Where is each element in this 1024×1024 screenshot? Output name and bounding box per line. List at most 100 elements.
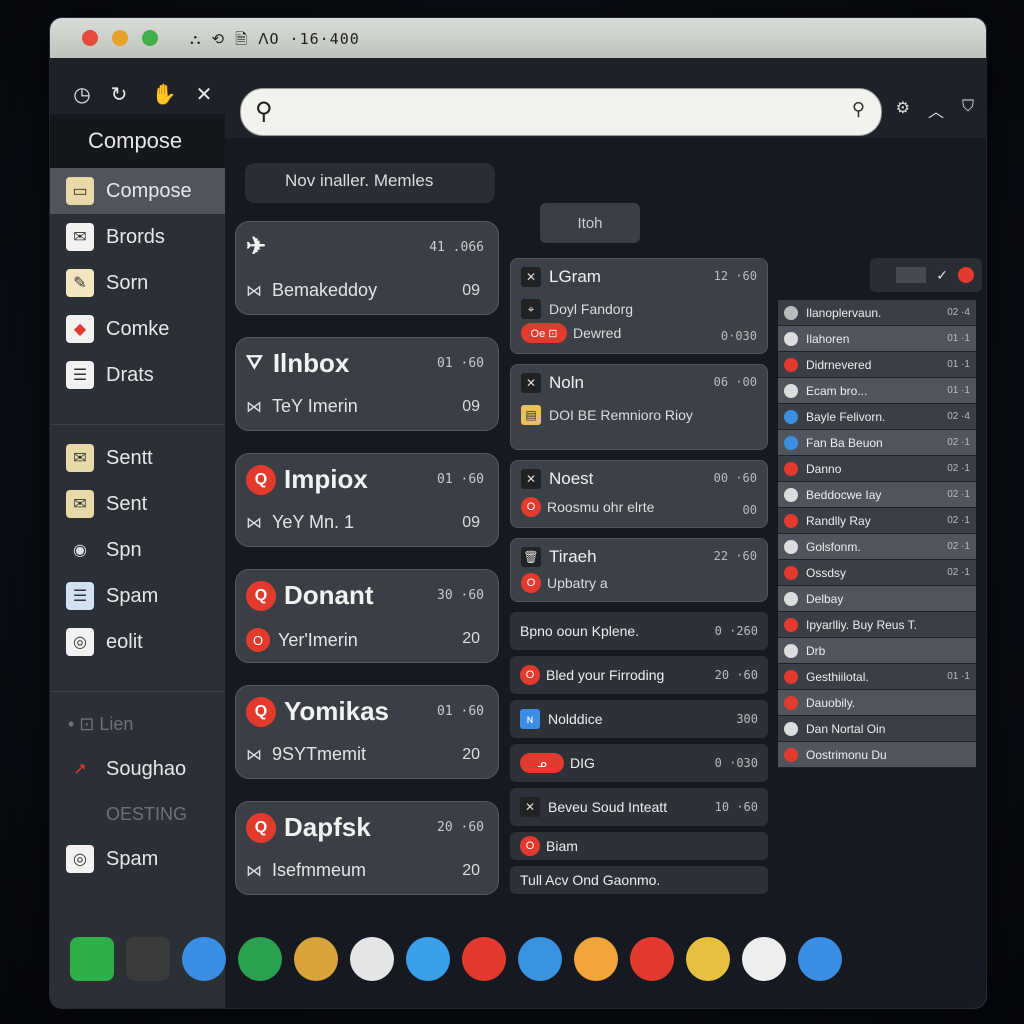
sidebar-item-sent[interactable]: ✉ Sent bbox=[50, 481, 225, 527]
dock-app-icon[interactable] bbox=[574, 937, 618, 981]
message-row[interactable]: Tull Acv Ond Gaonmo. bbox=[510, 866, 768, 894]
clock-icon[interactable]: ◷ bbox=[68, 80, 96, 108]
search-submit-icon[interactable]: ⚲ bbox=[852, 99, 865, 120]
dock-app-icon[interactable] bbox=[798, 937, 842, 981]
sidebar-item-comke[interactable]: ◆ Comke bbox=[50, 306, 225, 352]
thread-row[interactable]: Beddocwe Iay 02 ·1 bbox=[778, 482, 976, 508]
tools-icon[interactable]: ✕ bbox=[190, 80, 218, 108]
sent-icon: ✉ bbox=[66, 444, 94, 472]
filter-pill[interactable]: Itoh bbox=[540, 203, 640, 243]
card-subject-text: YeY Mn. 1 bbox=[272, 512, 355, 532]
sidebar-item-drats[interactable]: ☰ Drats bbox=[50, 352, 225, 398]
message-row[interactable]: Bpno ooun Kplene. 0 ·260 bbox=[510, 612, 768, 650]
notification-badge: O bbox=[520, 836, 540, 856]
record-icon[interactable] bbox=[958, 267, 974, 283]
thread-time: 02 ·1 bbox=[947, 437, 970, 448]
thread-time: 01 ·1 bbox=[947, 671, 970, 682]
thread-row[interactable]: Danno 02 ·1 bbox=[778, 456, 976, 482]
sidebar: Compose ▭ Compose ✉ Brords ✎ Sorn ◆ Comk… bbox=[50, 114, 225, 1008]
dock-app-icon[interactable] bbox=[126, 937, 170, 981]
message-card[interactable]: ✕ LGram 12 ·60 ⌖ Doyl Fandorg Oe ⊡ Dewred 0… bbox=[510, 258, 768, 354]
folder-card[interactable]: ✈ 41 .066 ⋈ Bemakeddoy 09 bbox=[235, 221, 499, 315]
message-card[interactable]: ✕ Noest 00 ·60 O Roosmu ohr elrte 00 bbox=[510, 460, 768, 528]
dock-app-icon[interactable] bbox=[238, 937, 282, 981]
thread-row[interactable]: Ecam bro... 01 ·1 bbox=[778, 378, 976, 404]
check-icon[interactable]: ✓ bbox=[936, 267, 948, 284]
folder-card[interactable]: Q Donant 30 ·60 O Yer'Imerin 20 bbox=[235, 569, 499, 663]
thread-row[interactable]: Randlly Ray 02 ·1 bbox=[778, 508, 976, 534]
dock-app-icon[interactable] bbox=[518, 937, 562, 981]
sidebar-item-lien[interactable]: • ⊡ Lien bbox=[50, 702, 225, 746]
starred-icon: ◆ bbox=[66, 315, 94, 343]
settings-icon[interactable]: ⚙ bbox=[896, 98, 910, 122]
dock-app-icon[interactable] bbox=[350, 937, 394, 981]
minimize-window-button[interactable] bbox=[112, 30, 128, 46]
thread-row[interactable]: Drb bbox=[778, 638, 976, 664]
sidebar-item-sentt[interactable]: ✉ Sentt bbox=[50, 435, 225, 481]
thread-row[interactable]: Ilahoren 01 ·1 bbox=[778, 326, 976, 352]
thread-row[interactable]: Dan Nortal Oin bbox=[778, 716, 976, 742]
refresh-icon[interactable]: ↻ bbox=[105, 80, 133, 108]
sidebar-item-label: Sentt bbox=[106, 446, 153, 469]
sidebar-item-compose[interactable]: ▭ Compose bbox=[50, 168, 225, 214]
folder-card[interactable]: ⛛ Ilnbox 01 ·60 ⋈ TeY Imerin 09 bbox=[235, 337, 499, 431]
dock-app-icon[interactable] bbox=[686, 937, 730, 981]
thread-row[interactable]: Ipyarlliy. Buy Reus T. bbox=[778, 612, 976, 638]
message-line: O Upbatry a bbox=[521, 573, 757, 593]
thread-row[interactable]: Oostrimonu Du bbox=[778, 742, 976, 768]
drafts-icon: ☰ bbox=[66, 361, 94, 389]
sidebar-item-eolit[interactable]: ◎ eolit bbox=[50, 619, 225, 665]
sidebar-item-brords[interactable]: ✉ Brords bbox=[50, 214, 225, 260]
message-line-text: DOI BE Remnioro Rioy bbox=[549, 407, 693, 423]
search-bar[interactable]: ⚲ ⚲ bbox=[240, 88, 882, 136]
thread-icon bbox=[784, 331, 798, 346]
spam-icon: ◎ bbox=[66, 845, 94, 873]
sidebar-item-oesting[interactable]: OESTING bbox=[50, 792, 225, 836]
card-title: Q Impiox bbox=[246, 464, 368, 495]
thread-row[interactable]: Delbay bbox=[778, 586, 976, 612]
column-header: Nov inaller. Memles bbox=[245, 163, 495, 203]
dock-app-icon[interactable] bbox=[406, 937, 450, 981]
shield-icon[interactable]: ⛉ bbox=[962, 98, 974, 122]
thread-row[interactable]: Ossdsy 02 ·1 bbox=[778, 560, 976, 586]
thread-label: Ossdsy bbox=[806, 565, 847, 580]
sidebar-item-spam[interactable]: ☰ Spam bbox=[50, 573, 225, 619]
message-row[interactable]: ɴ Nolddice 300 bbox=[510, 700, 768, 738]
message-card[interactable]: ✕ Noln 06 ·00 ▤ DOI BE Remnioro Rioy bbox=[510, 364, 768, 450]
dock bbox=[70, 923, 970, 995]
hand-icon[interactable]: ✋ bbox=[150, 80, 178, 108]
search-input[interactable] bbox=[296, 97, 820, 129]
toggle[interactable] bbox=[896, 267, 927, 283]
thread-row[interactable]: Bayle Felivorn. 02 ·4 bbox=[778, 404, 976, 430]
folder-card[interactable]: Q Dapfsk 20 ·60 ⋈ Isefmmeum 20 bbox=[235, 801, 499, 895]
message-row[interactable]: O Biam bbox=[510, 832, 768, 860]
thread-row[interactable]: Gesthiilotal. 01 ·1 bbox=[778, 664, 976, 690]
compose-header[interactable]: Compose bbox=[50, 114, 225, 168]
close-window-button[interactable] bbox=[82, 30, 98, 46]
thread-row[interactable]: Dauobily. bbox=[778, 690, 976, 716]
sidebar-item-spam-2[interactable]: ◎ Spam bbox=[50, 836, 225, 882]
dock-app-icon[interactable] bbox=[742, 937, 786, 981]
thread-row[interactable]: Ilanoplervaun. 02 ·4 bbox=[778, 300, 976, 326]
folder-card[interactable]: Q Impiox 01 ·60 ⋈ YeY Mn. 1 09 bbox=[235, 453, 499, 547]
folder-card[interactable]: Q Yomikas 01 ·60 ⋈ 9SYTmemit 20 bbox=[235, 685, 499, 779]
dock-app-icon[interactable] bbox=[70, 937, 114, 981]
message-card[interactable]: 🗑 Tiraeh 22 ·60 O Upbatry a bbox=[510, 538, 768, 602]
message-time: 22 ·60 bbox=[713, 549, 757, 563]
message-row[interactable]: ✕ Beveu Soud Inteatt 10 ·60 bbox=[510, 788, 768, 826]
message-row[interactable]: ᓄ DIG 0 ·030 bbox=[510, 744, 768, 782]
dock-app-icon[interactable] bbox=[182, 937, 226, 981]
sidebar-item-soughao[interactable]: ↗ Soughao bbox=[50, 746, 225, 792]
chevron-up-icon[interactable]: ︿ bbox=[928, 98, 944, 122]
dock-app-icon[interactable] bbox=[630, 937, 674, 981]
message-row[interactable]: O Bled your Firroding 20 ·60 bbox=[510, 656, 768, 694]
maximize-window-button[interactable] bbox=[142, 30, 158, 46]
thread-label: Oostrimonu Du bbox=[806, 747, 887, 762]
thread-row[interactable]: Fan Ba Beuon 02 ·1 bbox=[778, 430, 976, 456]
dock-app-icon[interactable] bbox=[462, 937, 506, 981]
dock-app-icon[interactable] bbox=[294, 937, 338, 981]
sidebar-item-spn[interactable]: ◉ Spn bbox=[50, 527, 225, 573]
thread-row[interactable]: Didrnevered 01 ·1 bbox=[778, 352, 976, 378]
thread-row[interactable]: Golsfonm. 02 ·1 bbox=[778, 534, 976, 560]
sidebar-item-sorn[interactable]: ✎ Sorn bbox=[50, 260, 225, 306]
